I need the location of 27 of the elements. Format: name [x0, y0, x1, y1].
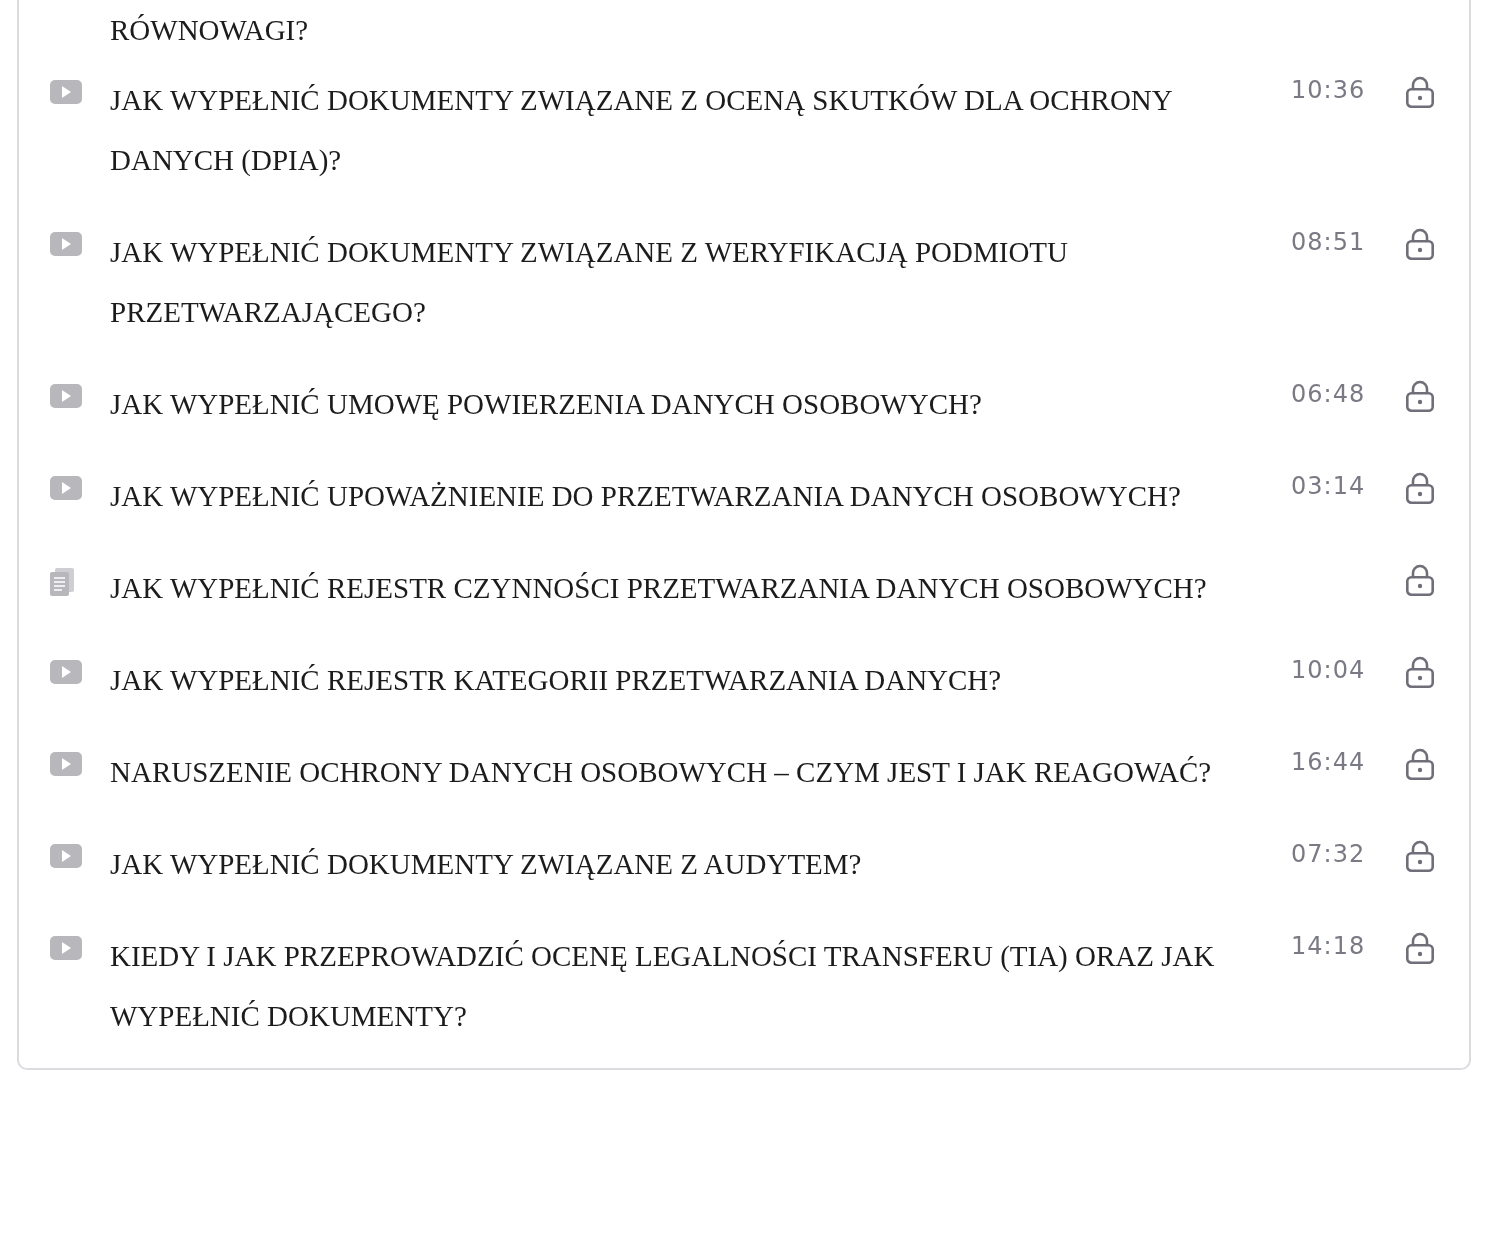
duration: 06:48: [1291, 379, 1367, 408]
video-icon: [50, 844, 82, 868]
lesson-link[interactable]: KIEDY I JAK PRZEPROWADZIĆ OCENĘ LEGALNOŚCI TRANSFERU (TIA) ORAZ JAK WYPEŁNIĆ DOKUMENTY?: [110, 926, 1275, 1046]
duration: 16:44: [1291, 747, 1367, 776]
lesson-link[interactable]: JAK WYPEŁNIĆ REJESTR KATEGORII PRZETWARZANIA DANYCH?: [110, 650, 1275, 710]
duration: 14:18: [1291, 931, 1367, 960]
lesson-link[interactable]: JAK WYPEŁNIĆ DOKUMENTY ZWIĄZANE Z WERYFIKACJĄ PODMIOTU PRZETWARZAJĄCEGO?: [110, 222, 1275, 342]
video-icon: [50, 752, 82, 776]
lesson-link[interactable]: JAK WYPEŁNIĆ DOKUMENTY ZWIĄZANE Z AUDYTEM?: [110, 834, 1275, 894]
video-icon: [50, 232, 82, 256]
lesson-link[interactable]: JAK WYPEŁNIĆ REJESTR CZYNNOŚCI PRZETWARZANIA DANYCH OSOBOWYCH?: [110, 558, 1275, 618]
document-icon: [50, 568, 74, 596]
duration: 10:04: [1291, 655, 1367, 684]
duration: 07:32: [1291, 839, 1367, 868]
lesson-link[interactable]: JAK WYPEŁNIĆ DOKUMENTY ZWIĄZANE Z OCENĄ SKUTKÓW DLA OCHRONY DANYCH (DPIA)?: [110, 70, 1275, 190]
duration: 08:51: [1291, 227, 1367, 256]
video-icon: [50, 936, 82, 960]
video-icon: [50, 80, 82, 104]
video-icon: [50, 384, 82, 408]
lesson-link[interactable]: JAK WYPEŁNIĆ UMOWĘ POWIERZENIA DANYCH OSOBOWYCH?: [110, 374, 1275, 434]
duration: 10:36: [1291, 75, 1367, 104]
lesson-title: RÓWNOWAGI?: [109, 13, 310, 48]
video-icon: [50, 660, 82, 684]
lesson-link[interactable]: NARUSZENIE OCHRONY DANYCH OSOBOWYCH – CZYM JEST I JAK REAGOWAĆ?: [110, 742, 1275, 802]
duration: 03:14: [1291, 471, 1367, 500]
video-icon: [50, 476, 82, 500]
lesson-link[interactable]: JAK WYPEŁNIĆ UPOWAŻNIENIE DO PRZETWARZANIA DANYCH OSOBOWYCH?: [110, 466, 1275, 526]
